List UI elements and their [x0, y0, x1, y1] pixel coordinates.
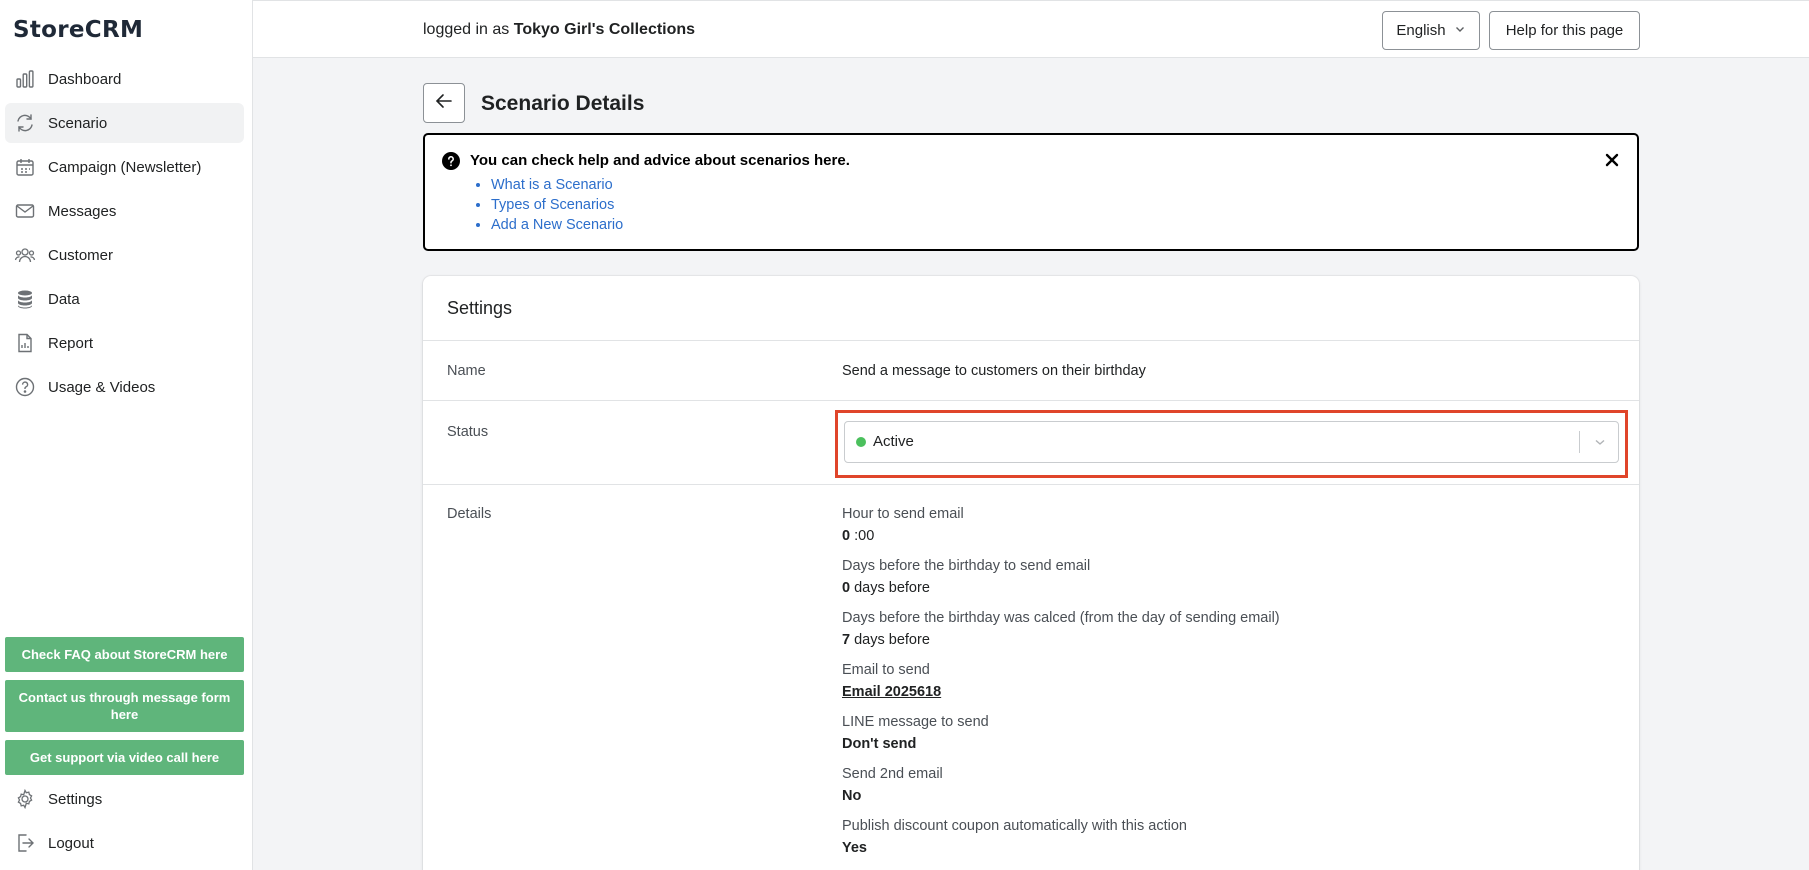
status-highlight: Active: [835, 410, 1628, 478]
sidebar-item-label: Logout: [48, 834, 94, 852]
line-value-text: Don't send: [842, 736, 917, 752]
list-item: Add a New Scenario: [491, 215, 623, 235]
back-button[interactable]: [423, 83, 465, 123]
store-name: Tokyo Girl's Collections: [513, 21, 696, 38]
second-email-value-text: No: [842, 788, 862, 804]
calced-number: 7: [842, 632, 851, 648]
logged-in-text: logged in as Tokyo Girl's Collections: [423, 21, 695, 39]
link-what-is-scenario[interactable]: What is a Scenario: [491, 177, 613, 193]
coupon-value-text: Yes: [842, 840, 867, 856]
language-value: English: [1396, 22, 1446, 39]
sidebar-item-report[interactable]: Report: [5, 323, 244, 363]
list-item: What is a Scenario: [491, 175, 623, 195]
name-value: Send a message to customers on their bir…: [842, 363, 1146, 379]
name-label: Name: [447, 363, 486, 379]
help-banner-title: You can check help and advice about scen…: [470, 152, 850, 169]
question-circle-icon: [14, 376, 36, 398]
help-links: What is a Scenario Types of Scenarios Ad…: [491, 175, 623, 235]
days-before-value: 0 days before: [842, 580, 930, 596]
days-before-number: 0: [842, 580, 851, 596]
email-label: Email to send: [842, 662, 930, 678]
coupon-label: Publish discount coupon automatically wi…: [842, 818, 1187, 834]
calendar-icon: [14, 156, 36, 178]
second-email-label: Send 2nd email: [842, 766, 943, 782]
video-call-button[interactable]: Get support via video call here: [5, 740, 244, 775]
question-circle-icon: [442, 152, 460, 170]
database-icon: [14, 288, 36, 310]
list-item: Types of Scenarios: [491, 195, 623, 215]
sidebar-item-label: Campaign (Newsletter): [48, 158, 202, 176]
chevron-down-icon: [1454, 22, 1466, 39]
document-icon: [14, 332, 36, 354]
help-banner: You can check help and advice about scen…: [423, 133, 1639, 251]
email-value: Email 2025618: [842, 684, 941, 700]
email-link[interactable]: Email 2025618: [842, 684, 941, 700]
sidebar-item-messages[interactable]: Messages: [5, 191, 244, 231]
divider: [423, 484, 1639, 485]
language-select[interactable]: English: [1382, 11, 1480, 50]
hour-value: 0 :00: [842, 528, 874, 544]
divider: [423, 400, 1639, 401]
select-separator: [1579, 431, 1580, 453]
sidebar-item-label: Messages: [48, 202, 117, 220]
sidebar-item-label: Scenario: [48, 114, 108, 132]
sidebar-item-logout[interactable]: Logout: [5, 823, 244, 863]
topbar: logged in as Tokyo Girl's Collections En…: [253, 0, 1809, 58]
sidebar-item-label: Usage & Videos: [48, 378, 156, 396]
status-label: Status: [447, 424, 489, 440]
arrow-left-icon: [434, 91, 454, 116]
divider: [423, 340, 1639, 341]
sidebar: StoreCRM Dashboard Scenario Campaign (Ne…: [0, 0, 253, 870]
calced-label: Days before the birthday was calced (fro…: [842, 610, 1280, 626]
days-before-suffix: days before: [854, 580, 930, 596]
sidebar-item-scenario[interactable]: Scenario: [5, 103, 244, 143]
users-icon: [14, 244, 36, 266]
settings-title: Settings: [447, 298, 513, 318]
hour-number: 0: [842, 528, 851, 544]
sidebar-item-label: Report: [48, 334, 94, 352]
sidebar-item-label: Customer: [48, 246, 114, 264]
bar-chart-icon: [14, 68, 36, 90]
faq-button[interactable]: Check FAQ about StoreCRM here: [5, 637, 244, 672]
refresh-icon: [14, 112, 36, 134]
sidebar-item-customer[interactable]: Customer: [5, 235, 244, 275]
calced-value: 7 days before: [842, 632, 930, 648]
status-select[interactable]: Active: [844, 421, 1619, 463]
logged-in-prefix: logged in as: [423, 21, 510, 38]
sidebar-item-campaign[interactable]: Campaign (Newsletter): [5, 147, 244, 187]
sidebar-item-dashboard[interactable]: Dashboard: [5, 59, 244, 99]
link-add-new-scenario[interactable]: Add a New Scenario: [491, 217, 623, 233]
page-title: Scenario Details: [481, 92, 645, 115]
hour-suffix: :00: [854, 528, 875, 544]
close-icon[interactable]: [1602, 150, 1622, 170]
line-label: LINE message to send: [842, 714, 989, 730]
settings-card: Settings Name Send a message to customer…: [423, 276, 1639, 870]
sidebar-nav: Dashboard Scenario Campaign (Newsletter)…: [5, 59, 244, 411]
sidebar-item-settings[interactable]: Settings: [5, 779, 244, 819]
line-value: Don't send: [842, 736, 916, 752]
hour-label: Hour to send email: [842, 506, 964, 522]
chevron-down-icon: [1592, 434, 1608, 450]
details-label: Details: [447, 506, 492, 522]
status-value: Active: [873, 433, 914, 450]
days-before-label: Days before the birthday to send email: [842, 558, 1091, 574]
sidebar-item-label: Settings: [48, 790, 103, 808]
status-dot-icon: [856, 437, 866, 447]
contact-form-button[interactable]: Contact us through message form here: [5, 680, 244, 732]
sidebar-item-data[interactable]: Data: [5, 279, 244, 319]
sidebar-item-usage-videos[interactable]: Usage & Videos: [5, 367, 244, 407]
sidebar-item-label: Data: [48, 290, 80, 308]
gear-icon: [14, 788, 36, 810]
help-page-button[interactable]: Help for this page: [1489, 11, 1640, 50]
second-email-value: No: [842, 788, 861, 804]
coupon-value: Yes: [842, 840, 867, 856]
sidebar-bottom-nav: Settings Logout: [5, 779, 244, 867]
link-types-of-scenarios[interactable]: Types of Scenarios: [491, 197, 614, 213]
app-logo: StoreCRM: [13, 17, 144, 43]
calced-suffix: days before: [854, 632, 930, 648]
envelope-icon: [14, 200, 36, 222]
logout-icon: [14, 832, 36, 854]
sidebar-item-label: Dashboard: [48, 70, 122, 88]
